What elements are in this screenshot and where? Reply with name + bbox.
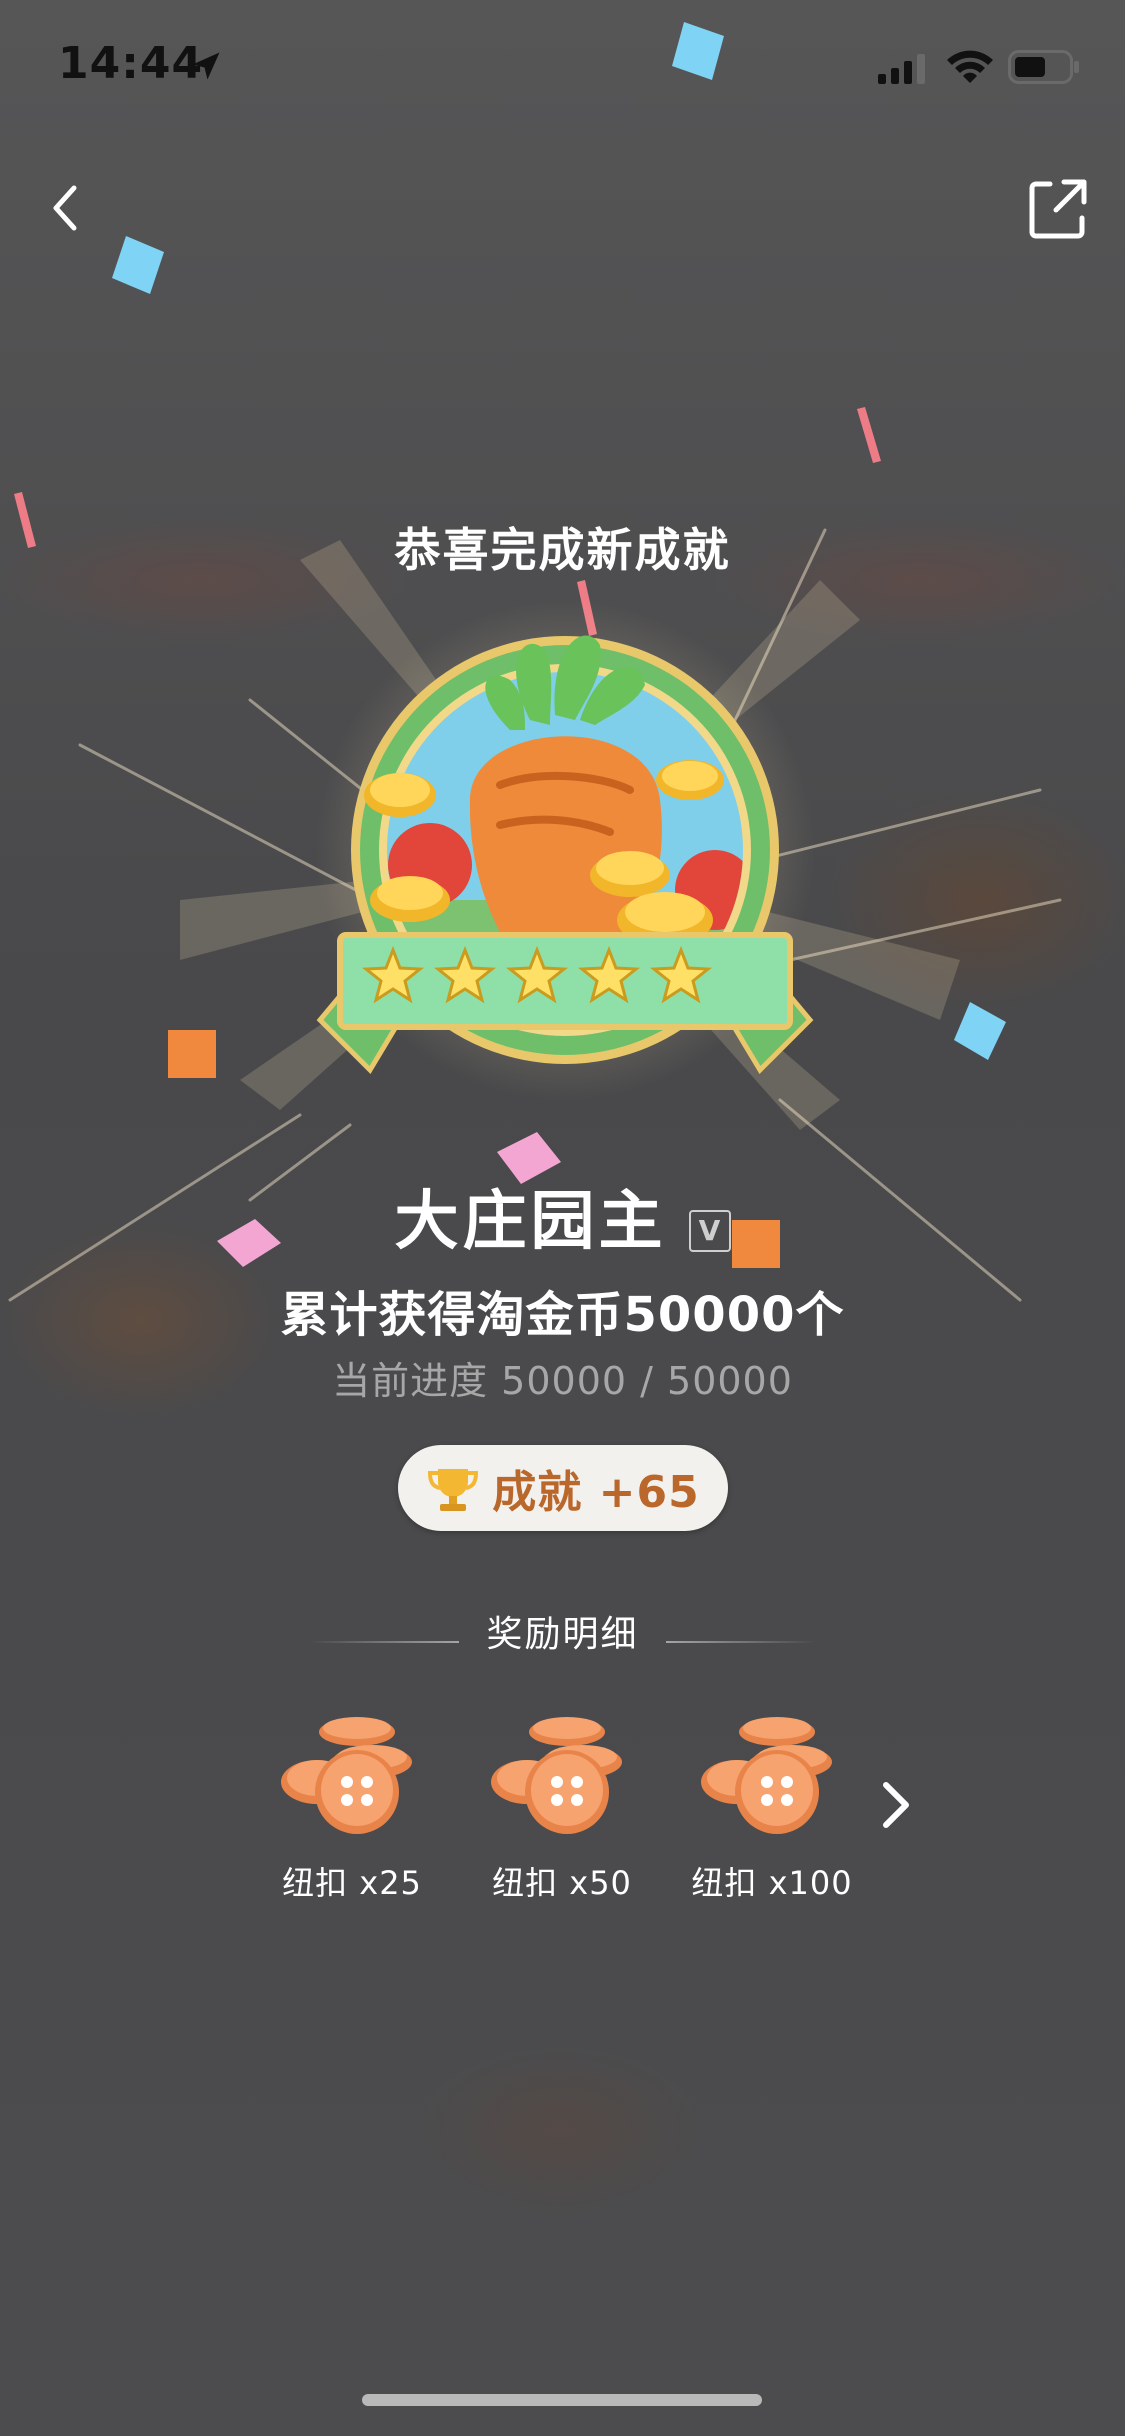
points-label: 成就 +65 (492, 1467, 700, 1518)
battery-icon (1008, 50, 1079, 84)
status-bar: 14:44 (0, 0, 1125, 140)
reward-section-header: 奖励明细 (0, 1605, 1125, 1657)
location-arrow-icon (192, 52, 220, 80)
congrats-headline: 恭喜完成新成就 (394, 523, 731, 577)
confetti-piece (168, 1030, 216, 1078)
confetti-piece (954, 1002, 1006, 1060)
wifi-icon (947, 50, 993, 83)
achievement-description: 累计获得淘金币50000个 (280, 1287, 845, 1343)
reward-label: 纽扣 x25 (282, 1864, 422, 1902)
home-indicator[interactable] (362, 2394, 762, 2406)
chevron-left-icon (53, 185, 77, 231)
button-coins-icon (701, 1717, 832, 1834)
button-coins-icon (491, 1717, 622, 1834)
confetti-piece (857, 407, 881, 463)
reward-item[interactable]: 纽扣 x50 (462, 1710, 662, 1930)
achievement-title-row: 大庄园主 V (0, 1170, 1125, 1262)
achievement-progress: 当前进度 50000 / 50000 (332, 1359, 793, 1403)
reward-section-title: 奖励明细 (486, 1614, 639, 1655)
achievement-title: 大庄园主 (394, 1185, 667, 1259)
trophy-icon (428, 1469, 479, 1511)
share-external-icon (1029, 179, 1087, 239)
back-button[interactable] (40, 170, 120, 250)
reward-label: 纽扣 x100 (691, 1864, 853, 1902)
reward-item[interactable]: 纽扣 x25 (252, 1710, 452, 1930)
reward-list: 纽扣 x25 纽扣 x50 纽扣 x100 (0, 1710, 1125, 1930)
achievement-points-pill: 成就 +65 (398, 1445, 728, 1531)
cellular-signal-icon (878, 54, 925, 84)
divider (309, 1640, 460, 1643)
level-tag: V (688, 1209, 731, 1252)
carrot-medal-icon (315, 600, 815, 1100)
button-coins-icon (281, 1717, 412, 1834)
share-button[interactable] (1020, 170, 1100, 250)
reward-next-button[interactable] (872, 1775, 922, 1835)
reward-label: 纽扣 x50 (492, 1864, 632, 1902)
reward-item[interactable]: 纽扣 x100 (672, 1710, 872, 1930)
divider (665, 1640, 816, 1643)
status-time: 14:44 (58, 38, 204, 89)
chevron-right-icon (883, 1782, 909, 1828)
